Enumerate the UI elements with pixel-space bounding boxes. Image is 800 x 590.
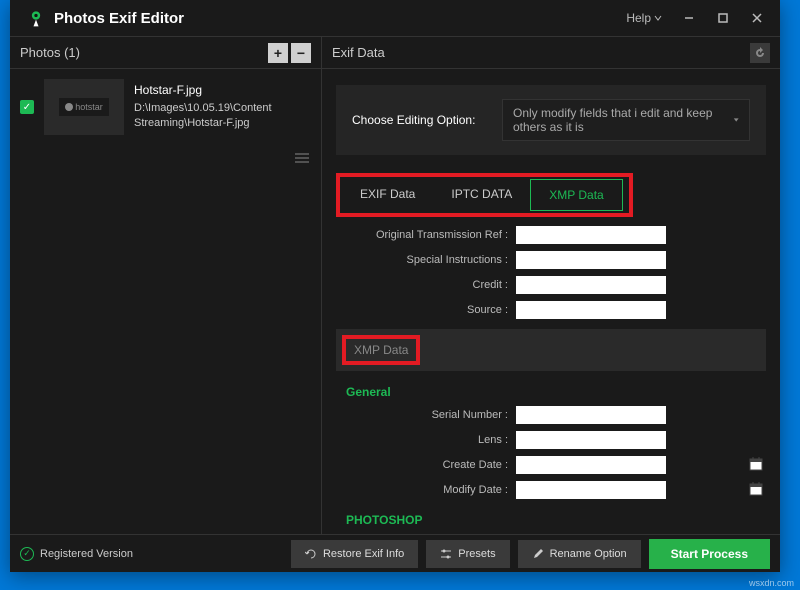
field-input[interactable] (516, 481, 666, 499)
field-label: Modify Date : (336, 484, 516, 496)
registered-status: ✓ Registered Version (20, 547, 283, 561)
field-label: Source : (336, 304, 516, 316)
photo-list-item[interactable]: ✓ hotstar Hotstar-F.jpg D:\Images\10.05.… (10, 69, 321, 145)
field-label: Lens : (336, 434, 516, 446)
photos-panel: Photos (1) + − ✓ hotstar Hotstar-F.jpg D… (10, 37, 322, 534)
photo-path: D:\Images\10.05.19\Content Streaming\Hot… (134, 101, 311, 132)
editing-option-label: Choose Editing Option: (352, 113, 502, 127)
footer-bar: ✓ Registered Version Restore Exif Info P… (10, 534, 780, 572)
check-circle-icon: ✓ (20, 547, 34, 561)
field-row: Create Date : (336, 455, 766, 474)
field-input[interactable] (516, 251, 666, 269)
field-row: Modify Date : (336, 480, 766, 499)
add-photo-button[interactable]: + (268, 43, 288, 63)
field-row: Original Transmission Ref : (336, 225, 766, 244)
calendar-icon[interactable] (749, 482, 763, 501)
watermark: wsxdn.com (749, 578, 794, 588)
start-process-button[interactable]: Start Process (649, 539, 770, 569)
photos-count-label: Photos (1) (20, 45, 80, 60)
sliders-icon (440, 548, 452, 560)
field-label: Original Transmission Ref : (336, 229, 516, 241)
photo-checkbox[interactable]: ✓ (20, 100, 34, 114)
photo-filename: Hotstar-F.jpg (134, 82, 311, 99)
field-row: Special Instructions : (336, 250, 766, 269)
help-menu[interactable]: Help (618, 7, 670, 29)
restore-exif-button[interactable]: Restore Exif Info (291, 540, 418, 568)
tab-exif-data[interactable]: EXIF Data (342, 179, 433, 211)
field-row: Credit : (336, 275, 766, 294)
tab-iptc-data[interactable]: IPTC DATA (433, 179, 530, 211)
remove-photo-button[interactable]: − (291, 43, 311, 63)
field-row: Serial Number : (336, 405, 766, 424)
field-input[interactable] (516, 456, 666, 474)
tab-xmp-data[interactable]: XMP Data (530, 179, 622, 211)
field-label: Serial Number : (336, 409, 516, 421)
exif-panel: Exif Data Choose Editing Option: Only mo… (322, 37, 780, 534)
calendar-icon[interactable] (749, 457, 763, 476)
pencil-icon (532, 548, 544, 560)
minimize-button[interactable] (674, 3, 704, 33)
field-input[interactable] (516, 226, 666, 244)
exif-scroll-area[interactable]: Choose Editing Option: Only modify field… (322, 69, 780, 534)
exif-panel-header: Exif Data (322, 37, 780, 69)
editing-option-row: Choose Editing Option: Only modify field… (336, 85, 766, 155)
general-section-title: General (346, 385, 766, 399)
xmp-section-header: XMP Data (336, 329, 766, 371)
presets-button[interactable]: Presets (426, 540, 509, 568)
titlebar: Photos Exif Editor Help (10, 0, 780, 36)
chevron-down-icon (654, 14, 662, 22)
field-input[interactable] (516, 301, 666, 319)
field-label: Special Instructions : (336, 254, 516, 266)
app-title: Photos Exif Editor (54, 10, 618, 27)
restore-icon (305, 548, 317, 560)
photoshop-section-title: PHOTOSHOP (346, 513, 766, 527)
refresh-button[interactable] (750, 43, 770, 63)
field-input[interactable] (516, 431, 666, 449)
field-row: Source : (336, 300, 766, 319)
field-input[interactable] (516, 406, 666, 424)
rename-option-button[interactable]: Rename Option (518, 540, 641, 568)
maximize-button[interactable] (708, 3, 738, 33)
field-label: Create Date : (336, 459, 516, 471)
chevron-down-icon (733, 116, 739, 124)
editing-option-dropdown[interactable]: Only modify fields that i edit and keep … (502, 99, 750, 141)
field-row: Lens : (336, 430, 766, 449)
data-tabs: EXIF Data IPTC DATA XMP Data (336, 173, 633, 217)
photos-panel-header: Photos (1) + − (10, 37, 321, 69)
photo-thumbnail: hotstar (44, 79, 124, 135)
photo-meta: Hotstar-F.jpg D:\Images\10.05.19\Content… (134, 82, 311, 132)
close-button[interactable] (742, 3, 772, 33)
exif-panel-title: Exif Data (332, 45, 385, 60)
field-label: Credit : (336, 279, 516, 291)
content-area: Photos (1) + − ✓ hotstar Hotstar-F.jpg D… (10, 36, 780, 534)
field-input[interactable] (516, 276, 666, 294)
list-view-icon[interactable] (295, 153, 309, 163)
app-logo-icon (26, 8, 46, 28)
app-window: Photos Exif Editor Help Photos (1) + − ✓… (10, 0, 780, 572)
